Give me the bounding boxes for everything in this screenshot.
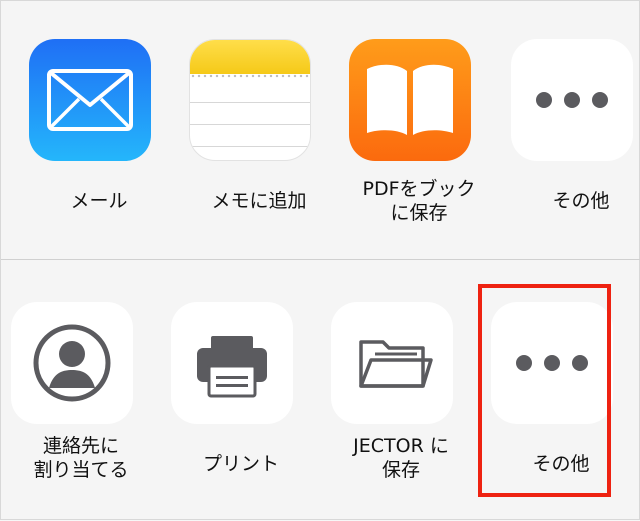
mail-icon [29,39,151,161]
books-icon [349,39,471,161]
action-print[interactable]: プリント [171,302,311,502]
share-app-notes[interactable]: メモに追加 [189,39,329,239]
action-save-jector-label: JECTOR に 保存 [353,435,449,481]
action-assign-contact-label: 連絡先に 割り当てる [33,435,129,481]
share-app-mail-label: メール [70,190,128,212]
share-app-notes-label: メモに追加 [211,190,307,212]
share-app-more[interactable]: その他 [511,39,640,239]
share-app-mail[interactable]: メール [29,39,169,239]
share-app-books[interactable]: PDFをブック に保存 [349,39,489,239]
share-sheet: メール メモに追加 PDFをブック に保存 その他 連絡先に 割り当てる プリン… [0,0,640,520]
share-app-books-label: PDFをブック に保存 [362,178,476,224]
action-print-label: プリント [202,453,279,475]
contact-icon [11,302,133,424]
notes-icon [189,39,311,161]
action-assign-contact[interactable]: 連絡先に 割り当てる [11,302,151,502]
highlight-box [478,284,611,497]
more-icon [511,39,633,161]
action-save-jector[interactable]: JECTOR に 保存 [331,302,471,502]
share-app-more-label: その他 [552,190,610,212]
printer-icon [171,302,293,424]
folder-icon [331,302,453,424]
share-apps-row: メール メモに追加 PDFをブック に保存 その他 [1,1,640,259]
